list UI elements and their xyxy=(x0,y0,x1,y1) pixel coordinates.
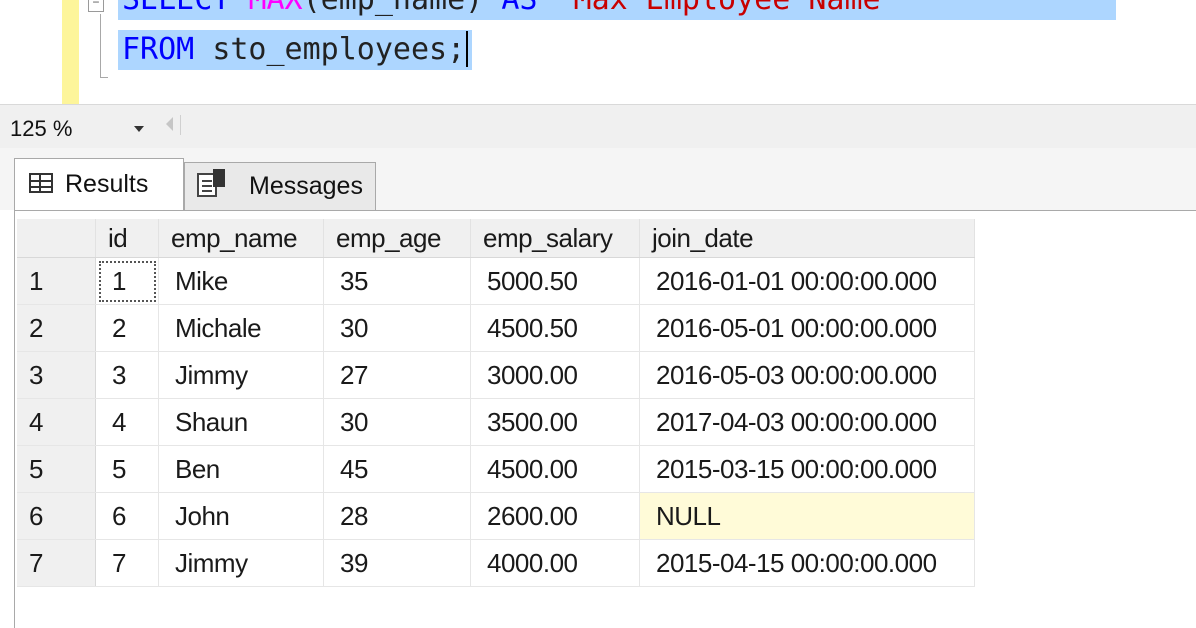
tab-results-label: Results xyxy=(65,170,149,198)
cell-emp-name[interactable]: Jimmy xyxy=(158,539,324,587)
row-number[interactable]: 3 xyxy=(17,351,96,399)
cell-emp-salary[interactable]: 2600.00 xyxy=(470,492,640,540)
cell-emp-name[interactable]: Mike xyxy=(158,257,324,305)
keyword-select: SELECT xyxy=(122,0,230,17)
cell-id[interactable]: 3 xyxy=(95,351,159,399)
column-header-rownum[interactable] xyxy=(17,219,96,258)
code-line-1[interactable]: SELECT MAX(emp_name) AS 'Max Employee Na… xyxy=(118,0,1116,20)
table-row[interactable]: 2 2 Michale 30 4500.50 2016-05-01 00:00:… xyxy=(17,304,975,352)
cell-id[interactable]: 2 xyxy=(95,304,159,352)
cell-id[interactable]: 5 xyxy=(95,445,159,493)
table-row[interactable]: 1 1 Mike 35 5000.50 2016-01-01 00:00:00.… xyxy=(17,257,975,305)
column-header-emp-salary[interactable]: emp_salary xyxy=(470,219,640,258)
cell-join-date[interactable]: 2016-05-03 00:00:00.000 xyxy=(639,351,975,399)
cell-emp-salary[interactable]: 5000.50 xyxy=(470,257,640,305)
sql-editor[interactable]: − SELECT MAX(emp_name) AS 'Max Employee … xyxy=(0,0,1196,104)
max-arguments: (emp_name) xyxy=(303,0,484,17)
cell-id[interactable]: 1 xyxy=(95,257,159,305)
row-number[interactable]: 5 xyxy=(17,445,96,493)
cell-emp-name[interactable]: Michale xyxy=(158,304,324,352)
table-name: sto_employees; xyxy=(212,32,466,67)
row-number[interactable]: 4 xyxy=(17,398,96,446)
zoom-value: 125 % xyxy=(10,116,73,141)
fold-guide-end xyxy=(100,77,108,78)
cell-id[interactable]: 7 xyxy=(95,539,159,587)
tab-results[interactable]: Results xyxy=(14,158,184,211)
messages-icon-flag xyxy=(213,169,225,187)
cell-emp-salary[interactable]: 3500.00 xyxy=(470,398,640,446)
cell-join-date[interactable]: 2015-04-15 00:00:00.000 xyxy=(639,539,975,587)
zoom-dropdown[interactable]: 125 % xyxy=(6,113,148,141)
code-line-2[interactable]: FROM sto_employees; xyxy=(118,30,473,70)
cell-id[interactable]: 4 xyxy=(95,398,159,446)
keyword-as: AS xyxy=(501,0,537,17)
results-grid[interactable]: id emp_name emp_age emp_salary join_date… xyxy=(17,219,975,587)
alias-string: 'Max Employee Name' xyxy=(556,0,899,17)
scrollbar-divider xyxy=(180,115,181,135)
keyword-from: FROM xyxy=(122,32,195,67)
cell-emp-age[interactable]: 28 xyxy=(323,492,471,540)
row-number[interactable]: 6 xyxy=(17,492,96,540)
cell-join-date[interactable]: 2015-03-15 00:00:00.000 xyxy=(639,445,975,493)
fold-guide-line xyxy=(100,14,101,78)
grid-icon xyxy=(29,173,53,193)
table-row[interactable]: 3 3 Jimmy 27 3000.00 2016-05-03 00:00:00… xyxy=(17,351,975,399)
cell-id[interactable]: 6 xyxy=(95,492,159,540)
table-row[interactable]: 6 6 John 28 2600.00 NULL xyxy=(17,492,975,540)
table-row[interactable]: 4 4 Shaun 30 3500.00 2017-04-03 00:00:00… xyxy=(17,398,975,446)
scroll-left-icon[interactable] xyxy=(166,117,173,131)
tab-messages[interactable]: Messages xyxy=(184,162,376,210)
cell-emp-age[interactable]: 39 xyxy=(323,539,471,587)
column-header-id[interactable]: id xyxy=(95,219,159,258)
cell-emp-age[interactable]: 30 xyxy=(323,398,471,446)
tab-messages-label: Messages xyxy=(249,172,363,200)
text-caret xyxy=(466,31,469,67)
table-row[interactable]: 5 5 Ben 45 4500.00 2015-03-15 00:00:00.0… xyxy=(17,445,975,493)
collapse-icon[interactable]: − xyxy=(88,0,104,12)
cell-join-date[interactable]: 2016-01-01 00:00:00.000 xyxy=(639,257,975,305)
cell-emp-name[interactable]: Shaun xyxy=(158,398,324,446)
zoom-toolbar: 125 % xyxy=(0,104,1196,149)
cell-emp-name[interactable]: Ben xyxy=(158,445,324,493)
cell-join-date-null[interactable]: NULL xyxy=(639,492,975,540)
cell-emp-name[interactable]: Jimmy xyxy=(158,351,324,399)
row-number[interactable]: 1 xyxy=(17,257,96,305)
cell-emp-salary[interactable]: 4500.50 xyxy=(470,304,640,352)
cell-emp-name[interactable]: John xyxy=(158,492,324,540)
table-row[interactable]: 7 7 Jimmy 39 4000.00 2015-04-15 00:00:00… xyxy=(17,539,975,587)
cell-emp-age[interactable]: 35 xyxy=(323,257,471,305)
grid-header-row: id emp_name emp_age emp_salary join_date xyxy=(17,219,975,258)
column-header-emp-name[interactable]: emp_name xyxy=(158,219,324,258)
row-number[interactable]: 2 xyxy=(17,304,96,352)
column-header-emp-age[interactable]: emp_age xyxy=(323,219,471,258)
change-tracking-bar xyxy=(62,0,79,104)
cell-emp-salary[interactable]: 4500.00 xyxy=(470,445,640,493)
cell-emp-age[interactable]: 45 xyxy=(323,445,471,493)
cell-join-date[interactable]: 2017-04-03 00:00:00.000 xyxy=(639,398,975,446)
row-number[interactable]: 7 xyxy=(17,539,96,587)
results-tab-strip: Results Messages xyxy=(0,148,1196,211)
column-header-join-date[interactable]: join_date xyxy=(639,219,975,258)
cell-emp-salary[interactable]: 4000.00 xyxy=(470,539,640,587)
cell-emp-age[interactable]: 27 xyxy=(323,351,471,399)
chevron-down-icon[interactable] xyxy=(134,126,144,132)
results-grid-pane[interactable]: id emp_name emp_age emp_salary join_date… xyxy=(14,211,1196,628)
cell-emp-salary[interactable]: 3000.00 xyxy=(470,351,640,399)
cell-join-date[interactable]: 2016-05-01 00:00:00.000 xyxy=(639,304,975,352)
cell-emp-age[interactable]: 30 xyxy=(323,304,471,352)
function-max: MAX xyxy=(248,0,302,17)
